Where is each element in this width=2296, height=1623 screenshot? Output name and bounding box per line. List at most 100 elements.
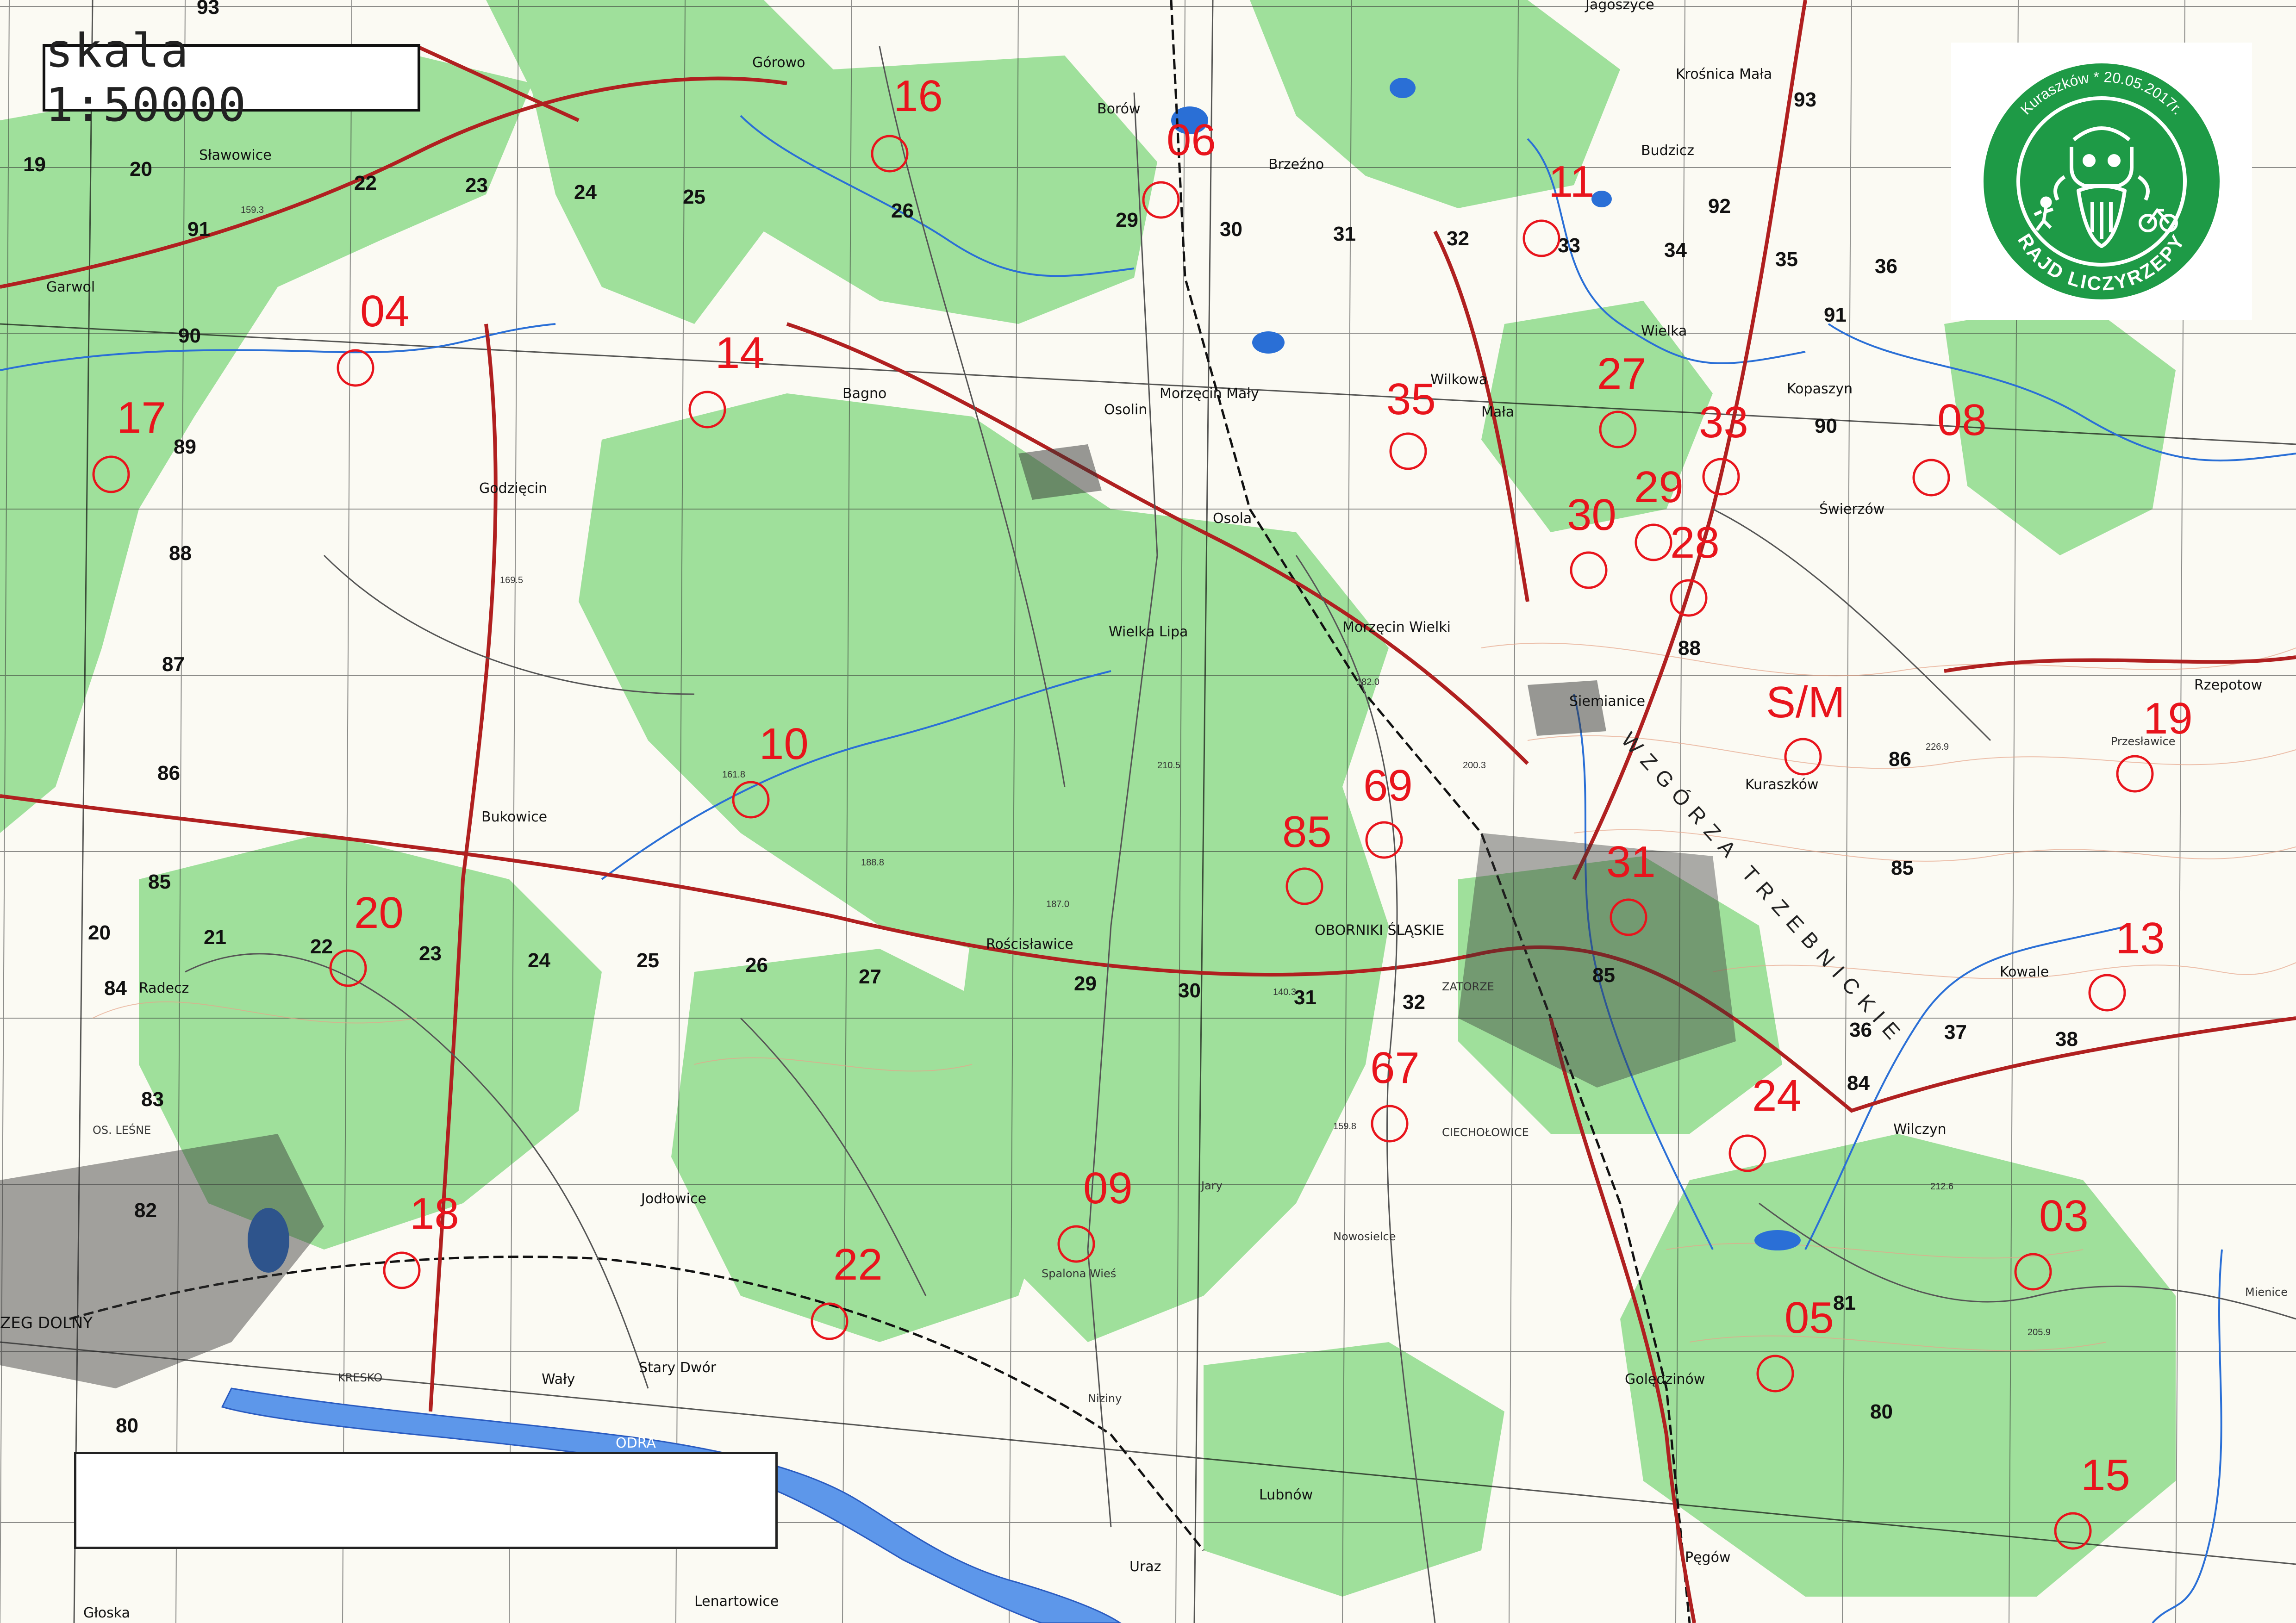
svg-text:24: 24 — [1752, 1071, 1802, 1120]
svg-text:Wielka: Wielka — [1641, 323, 1687, 339]
svg-text:11: 11 — [1548, 157, 1595, 206]
svg-text:24: 24 — [528, 949, 550, 972]
svg-text:37: 37 — [1944, 1021, 1967, 1044]
svg-text:09: 09 — [1083, 1163, 1133, 1213]
svg-text:92: 92 — [1708, 195, 1731, 218]
svg-text:16: 16 — [893, 71, 943, 121]
svg-text:S/M: S/M — [1766, 678, 1845, 727]
svg-text:OS. LEŚNE: OS. LEŚNE — [93, 1123, 151, 1137]
svg-text:Budzicz: Budzicz — [1641, 143, 1694, 159]
svg-text:81: 81 — [1833, 1292, 1856, 1314]
svg-text:Jodłowice: Jodłowice — [640, 1191, 706, 1207]
svg-text:Wielka Lipa: Wielka Lipa — [1109, 624, 1188, 640]
svg-text:84: 84 — [1847, 1072, 1870, 1094]
svg-text:Rościsławice: Rościsławice — [986, 936, 1073, 952]
svg-text:88: 88 — [1678, 637, 1701, 659]
svg-text:Mienice: Mienice — [2245, 1286, 2288, 1299]
svg-text:Kopaszyn: Kopaszyn — [1787, 381, 1853, 397]
svg-text:Krośnica Mała: Krośnica Mała — [1676, 66, 1772, 82]
svg-text:169.5: 169.5 — [500, 575, 523, 585]
svg-text:93: 93 — [1794, 88, 1816, 111]
svg-text:85: 85 — [1891, 857, 1914, 879]
svg-text:27: 27 — [1597, 349, 1647, 398]
svg-text:Rzepotow: Rzepotow — [2194, 677, 2262, 693]
svg-text:Borów: Borów — [1097, 101, 1141, 117]
svg-text:20: 20 — [130, 158, 152, 180]
svg-text:32: 32 — [1447, 227, 1469, 250]
svg-text:Sławowice: Sławowice — [199, 147, 272, 163]
svg-text:91: 91 — [1824, 304, 1847, 326]
svg-text:Garwol: Garwol — [46, 279, 95, 295]
svg-text:85: 85 — [148, 871, 171, 893]
svg-text:Jagoszyce: Jagoszyce — [1585, 0, 1654, 13]
svg-text:31: 31 — [1606, 837, 1656, 887]
svg-text:21: 21 — [204, 926, 226, 949]
svg-text:82: 82 — [134, 1199, 157, 1222]
svg-text:80: 80 — [116, 1414, 138, 1437]
svg-text:Golędzinów: Golędzinów — [1625, 1371, 1705, 1387]
svg-text:27: 27 — [859, 965, 881, 988]
svg-text:31: 31 — [1333, 223, 1356, 245]
svg-text:93: 93 — [197, 0, 219, 19]
svg-text:29: 29 — [1634, 462, 1684, 512]
svg-text:86: 86 — [1889, 748, 1911, 771]
svg-text:67: 67 — [1370, 1043, 1420, 1093]
svg-text:13: 13 — [2115, 914, 2165, 963]
svg-text:210.5: 210.5 — [1157, 760, 1180, 771]
svg-text:30: 30 — [1220, 218, 1242, 241]
svg-text:Spalona Wieś: Spalona Wieś — [1042, 1267, 1116, 1280]
svg-text:31: 31 — [1294, 986, 1316, 1009]
svg-text:89: 89 — [174, 435, 196, 458]
svg-text:84: 84 — [104, 977, 127, 1000]
svg-text:85: 85 — [1282, 807, 1332, 857]
svg-text:Morzęcin Wielki: Morzęcin Wielki — [1342, 619, 1451, 635]
svg-text:35: 35 — [1775, 248, 1798, 271]
svg-text:26: 26 — [891, 199, 914, 222]
svg-text:15: 15 — [2081, 1450, 2130, 1500]
svg-text:Lenartowice: Lenartowice — [694, 1593, 779, 1610]
svg-text:ZEG DOLNY: ZEG DOLNY — [0, 1314, 93, 1332]
svg-text:Radecz: Radecz — [139, 980, 189, 996]
svg-text:14: 14 — [715, 328, 765, 378]
svg-text:23: 23 — [419, 942, 442, 965]
svg-text:200.3: 200.3 — [1463, 760, 1486, 771]
svg-text:Pęgów: Pęgów — [1685, 1549, 1730, 1566]
svg-text:19: 19 — [23, 153, 46, 176]
svg-text:03: 03 — [2039, 1191, 2089, 1241]
svg-text:88: 88 — [169, 542, 192, 565]
svg-text:Wały: Wały — [542, 1371, 575, 1387]
svg-text:36: 36 — [1849, 1019, 1872, 1041]
svg-text:KRESKO: KRESKO — [338, 1371, 382, 1384]
svg-text:161.8: 161.8 — [722, 770, 745, 780]
svg-text:10: 10 — [759, 719, 809, 769]
svg-text:159.8: 159.8 — [1333, 1121, 1356, 1132]
svg-text:Górowo: Górowo — [752, 55, 805, 71]
svg-text:Osola: Osola — [1213, 510, 1252, 527]
svg-text:Osolin: Osolin — [1104, 402, 1147, 418]
svg-text:Wilkowa: Wilkowa — [1430, 372, 1487, 388]
svg-text:Mała: Mała — [1481, 404, 1514, 420]
svg-text:Bagno: Bagno — [842, 386, 886, 402]
svg-text:26: 26 — [745, 954, 768, 976]
svg-text:83: 83 — [141, 1088, 164, 1111]
svg-text:Bukowice: Bukowice — [481, 809, 547, 825]
scale-label-box: skala 1:50000 — [43, 24, 420, 132]
svg-text:OBORNIKI ŚLĄSKIE: OBORNIKI ŚLĄSKIE — [1315, 921, 1444, 939]
svg-text:17: 17 — [117, 393, 166, 442]
svg-text:69: 69 — [1363, 761, 1413, 810]
svg-text:Nowosielce: Nowosielce — [1333, 1230, 1396, 1243]
svg-text:22: 22 — [354, 172, 377, 194]
rally-badge: Kuraszków * 20.05.2017r. RAJD LICZYRZEPY — [1951, 43, 2252, 320]
svg-text:Kowale: Kowale — [2000, 964, 2049, 980]
svg-text:18: 18 — [410, 1189, 459, 1238]
svg-text:20: 20 — [354, 888, 404, 938]
svg-text:Stary Dwór: Stary Dwór — [639, 1360, 717, 1376]
svg-text:30: 30 — [1567, 490, 1616, 540]
blank-legend-box — [74, 1452, 778, 1549]
svg-text:Głoska: Głoska — [83, 1605, 130, 1621]
svg-text:22: 22 — [833, 1240, 883, 1289]
svg-text:20: 20 — [88, 921, 111, 944]
svg-text:226.9: 226.9 — [1926, 742, 1949, 752]
svg-text:24: 24 — [574, 181, 597, 204]
odra-label: ODRA — [616, 1435, 656, 1451]
